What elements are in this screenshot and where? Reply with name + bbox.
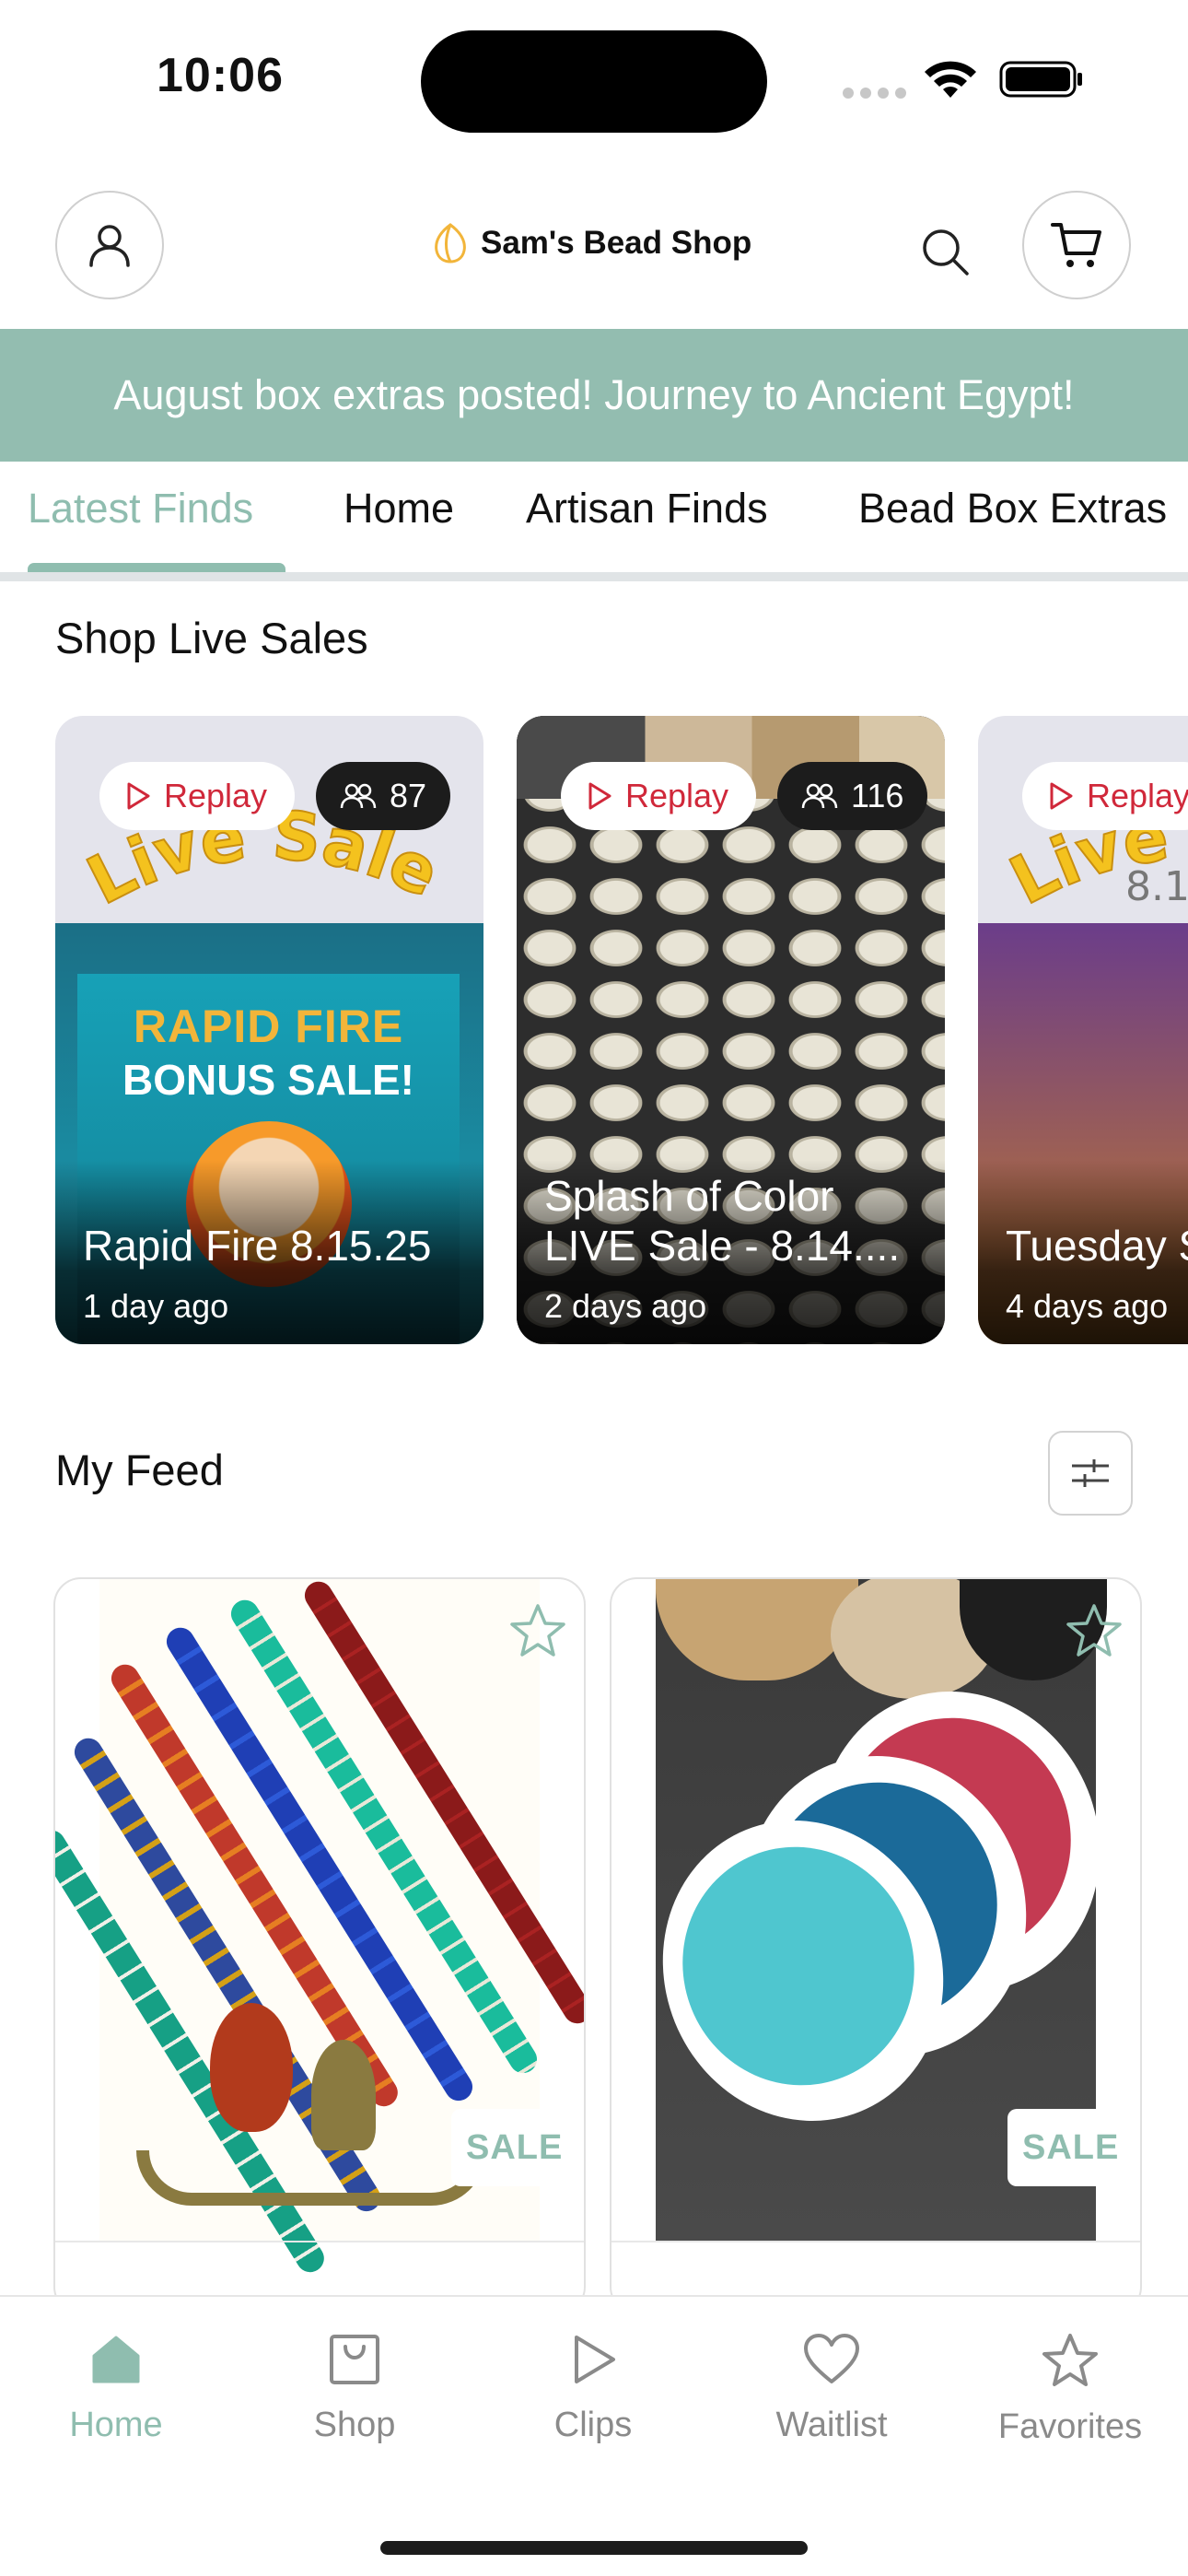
- search-button[interactable]: [914, 221, 975, 282]
- announcement-banner[interactable]: August box extras posted! Journey to Anc…: [0, 329, 1188, 462]
- live-sales-carousel[interactable]: Live Sale RAPID FIRE BONUS SALE! Rapid F…: [0, 716, 1188, 1344]
- cart-icon: [1051, 223, 1101, 267]
- star-outline-icon: [1066, 1604, 1122, 1657]
- tab-artisan-finds[interactable]: Artisan Finds: [526, 485, 768, 533]
- viewer-count-badge: 87: [316, 762, 451, 830]
- replay-button[interactable]: Replay: [561, 762, 757, 830]
- live-card-title: Rapid Fire 8.15.25: [83, 1222, 432, 1270]
- home-indicator: [380, 2541, 808, 2555]
- nav-home[interactable]: Home: [15, 2332, 217, 2445]
- live-card-time: 2 days ago: [544, 1287, 707, 1325]
- sale-badge: SALE: [451, 2109, 578, 2186]
- tab-latest-finds[interactable]: Latest Finds: [28, 485, 253, 533]
- dynamic-island: [421, 30, 767, 133]
- replay-button[interactable]: Replay: [1022, 762, 1188, 830]
- cart-button[interactable]: [1022, 191, 1131, 299]
- play-outline-icon: [127, 782, 150, 810]
- live-sale-card[interactable]: Splash of Color LIVE Sale - 8.14.... 2 d…: [517, 716, 945, 1344]
- live-sale-graphic-date: 8.12: [1125, 863, 1188, 910]
- tab-home[interactable]: Home: [344, 485, 454, 533]
- favorite-star-button[interactable]: [505, 1598, 571, 1664]
- nav-shop[interactable]: Shop: [253, 2332, 456, 2445]
- banner-text: August box extras posted! Journey to Anc…: [113, 371, 1075, 418]
- live-sale-card[interactable]: Live Sale RAPID FIRE BONUS SALE! Rapid F…: [55, 716, 483, 1344]
- battery-icon: [999, 61, 1082, 98]
- status-bar: 10:06: [0, 0, 1188, 157]
- live-card-title: Tuesday Sale - 8.1: [1006, 1222, 1188, 1270]
- app-header: Sam's Bead Shop: [0, 184, 1188, 322]
- replay-button[interactable]: Replay: [99, 762, 296, 830]
- live-sales-heading: Shop Live Sales: [55, 614, 368, 662]
- live-card-time: 4 days ago: [1006, 1287, 1169, 1325]
- bead-logo-icon: [435, 223, 466, 263]
- viewer-count-badge: 116: [777, 762, 928, 830]
- bottom-navigation: Home Shop Clips Waitlist Favorites: [0, 2295, 1188, 2576]
- cellular-signal-icon: [843, 88, 906, 99]
- status-time: 10:06: [157, 49, 284, 102]
- live-card-title: Splash of Color LIVE Sale - 8.14....: [544, 1172, 901, 1270]
- star-outline-icon: [510, 1604, 565, 1657]
- viewers-icon: [340, 783, 377, 809]
- nav-clips[interactable]: Clips: [492, 2332, 694, 2445]
- play-icon: [575, 2336, 615, 2383]
- live-sale-card[interactable]: Live 8.12 Tuesday Sale - 8.1 4 days ago …: [978, 716, 1188, 1344]
- promo-line-1: RAPID FIRE: [133, 1001, 404, 1052]
- promo-line-2: BONUS SALE!: [122, 1056, 414, 1104]
- account-button[interactable]: [55, 191, 164, 299]
- play-outline-icon: [1050, 782, 1073, 810]
- favorite-star-button[interactable]: [1061, 1598, 1127, 1664]
- feed-filter-button[interactable]: [1048, 1431, 1133, 1516]
- user-icon: [89, 225, 130, 267]
- home-icon: [92, 2336, 140, 2383]
- play-outline-icon: [588, 782, 611, 810]
- sale-badge: SALE: [1007, 2109, 1135, 2186]
- category-tabs: Latest Finds Home Artisan Finds Bead Box…: [0, 462, 1188, 581]
- product-card[interactable]: SALE: [53, 1577, 586, 2314]
- nav-waitlist[interactable]: Waitlist: [730, 2332, 933, 2445]
- live-card-time: 1 day ago: [83, 1287, 229, 1325]
- brand-name: Sam's Bead Shop: [481, 225, 752, 261]
- active-tab-indicator: [28, 563, 285, 572]
- star-icon: [1042, 2334, 1098, 2386]
- sliders-icon: [1072, 1459, 1109, 1487]
- shopping-bag-icon: [330, 2335, 379, 2384]
- viewers-icon: [801, 783, 838, 809]
- feed-heading: My Feed: [55, 1446, 224, 1494]
- product-card[interactable]: SALE: [610, 1577, 1142, 2314]
- tab-bead-box-extras[interactable]: Bead Box Extras: [858, 485, 1167, 533]
- wifi-icon: [925, 61, 976, 98]
- search-icon: [923, 229, 969, 275]
- nav-favorites[interactable]: Favorites: [969, 2332, 1171, 2447]
- brand[interactable]: Sam's Bead Shop: [433, 223, 751, 263]
- heart-icon: [804, 2334, 859, 2383]
